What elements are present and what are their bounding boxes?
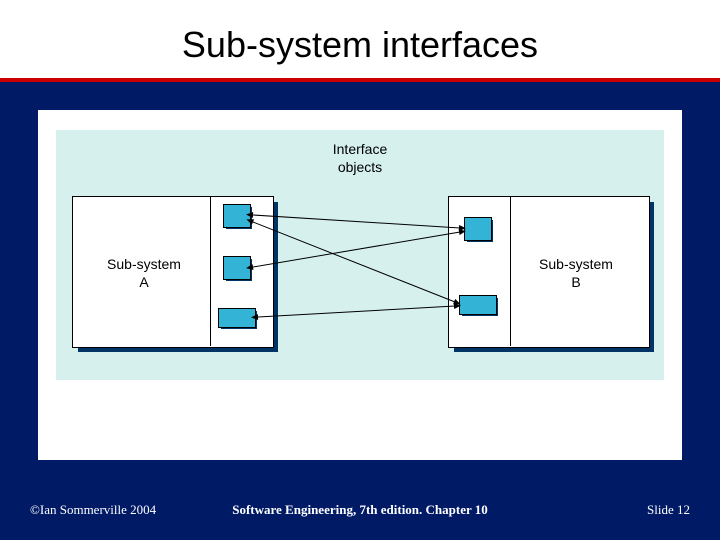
interface-label-line1: Interface [333, 141, 387, 157]
iface-a2 [223, 256, 251, 280]
iface-b2 [459, 295, 497, 315]
subsystem-a-line2: A [139, 274, 148, 290]
diagram-canvas: Interface objects Sub-system A [56, 130, 664, 380]
iface-a1 [223, 204, 251, 228]
subsystem-b-line2: B [571, 274, 580, 290]
footer-slide-prefix: Slide [647, 502, 677, 517]
footer-slide-number: Slide 12 [647, 502, 690, 518]
content-panel: Interface objects Sub-system A [38, 110, 682, 460]
footer-book-title: Software Engineering, 7th edition. Chapt… [0, 502, 720, 518]
slide: Sub-system interfaces Interface objects … [0, 0, 720, 540]
footer: ©Ian Sommerville 2004 Software Engineeri… [0, 502, 720, 522]
subsystem-a-divider [210, 196, 211, 346]
subsystem-a-line1: Sub-system [107, 256, 181, 272]
iface-b1 [464, 217, 492, 241]
footer-slide-num: 12 [677, 502, 690, 517]
iface-a3 [218, 308, 256, 328]
subsystem-b-label: Sub-system B [526, 255, 626, 291]
subsystem-b-line1: Sub-system [539, 256, 613, 272]
page-title: Sub-system interfaces [0, 18, 720, 72]
subsystem-a-label: Sub-system A [94, 255, 194, 291]
interface-objects-label: Interface objects [310, 140, 410, 176]
title-underline [0, 78, 720, 82]
interface-label-line2: objects [338, 159, 382, 175]
subsystem-b-divider [510, 196, 511, 346]
